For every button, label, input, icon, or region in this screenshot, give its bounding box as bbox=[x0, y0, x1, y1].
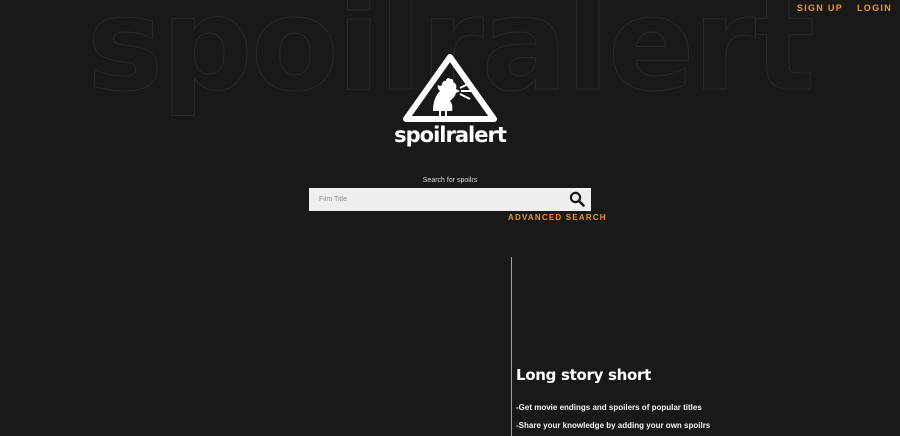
signup-link[interactable]: SIGN UP bbox=[797, 3, 843, 13]
rooster-warning-triangle-icon[interactable] bbox=[400, 53, 500, 123]
search-label: Search for spoilrs bbox=[422, 177, 478, 184]
info-bullet: -Share your knowledge by adding your own… bbox=[516, 421, 711, 430]
brand-name: spoilralert bbox=[394, 123, 507, 147]
login-link[interactable]: LOGIN bbox=[857, 3, 892, 13]
top-nav: SIGN UP LOGIN bbox=[797, 3, 892, 13]
accent-divider-line bbox=[511, 257, 512, 436]
info-title: Long story short bbox=[516, 366, 651, 384]
search-input[interactable] bbox=[319, 188, 559, 211]
search-icon[interactable] bbox=[569, 191, 585, 207]
advanced-search-link[interactable]: ADVANCED SEARCH bbox=[508, 213, 607, 222]
search-bar bbox=[309, 188, 591, 211]
info-bullet: -Get movie endings and spoilers of popul… bbox=[516, 403, 702, 412]
